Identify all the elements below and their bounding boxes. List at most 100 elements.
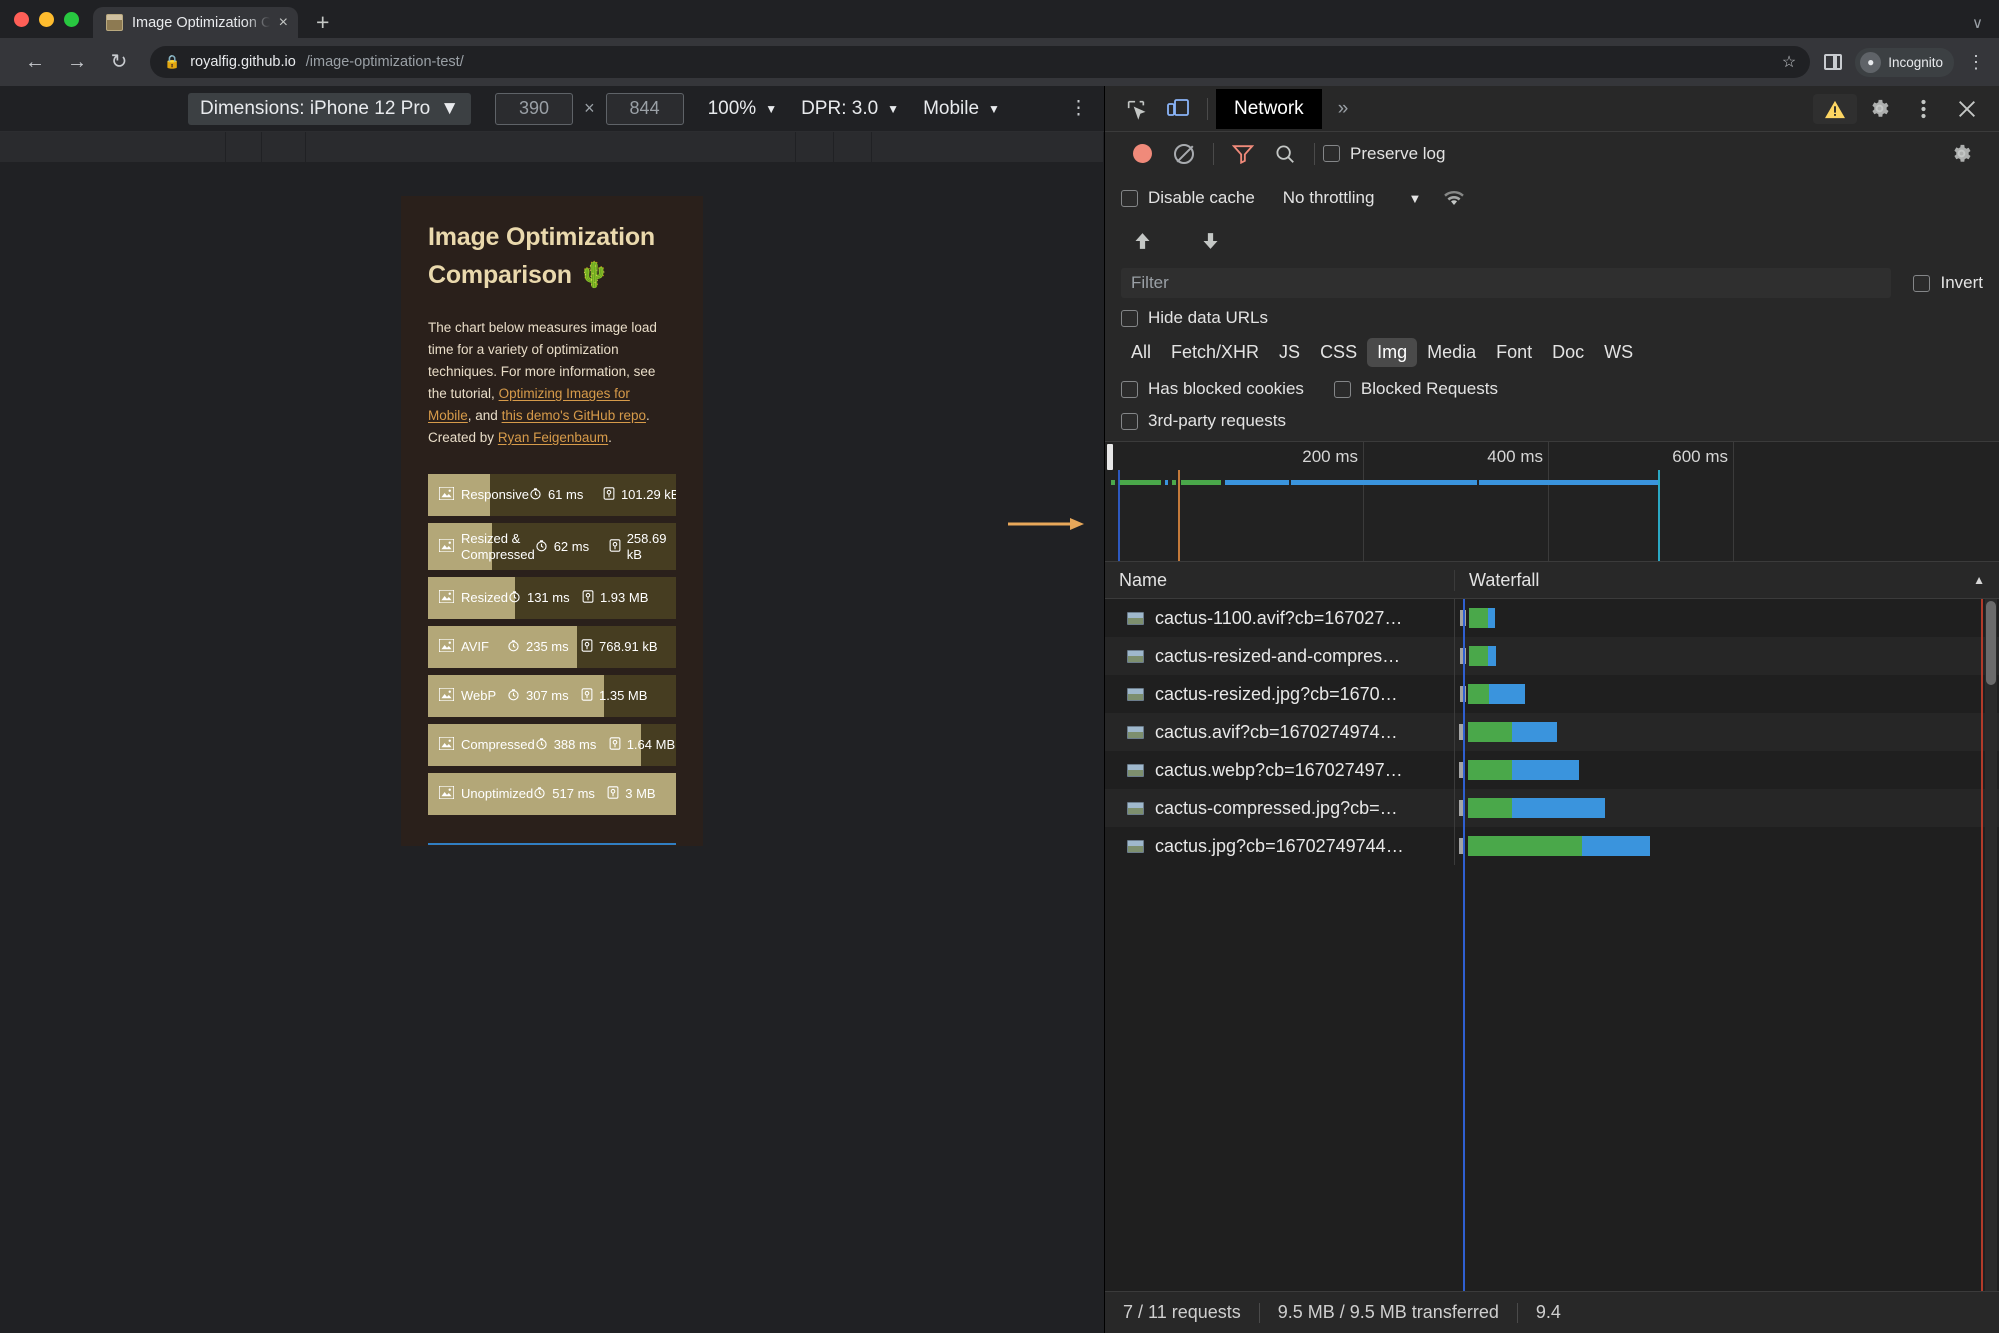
type-filter-doc[interactable]: Doc: [1542, 338, 1594, 367]
author-link[interactable]: Ryan Feigenbaum: [498, 430, 608, 445]
chevron-down-icon: ▼: [440, 97, 460, 119]
user-agent-select[interactable]: Mobile ▼: [923, 98, 1000, 120]
has-blocked-cookies-checkbox[interactable]: [1121, 380, 1138, 398]
split-view-icon[interactable]: [1824, 54, 1843, 70]
kebab-menu-icon[interactable]: ⋮: [1967, 53, 1985, 71]
new-tab-button[interactable]: +: [316, 11, 329, 34]
record-button-icon[interactable]: [1121, 138, 1163, 170]
has-blocked-cookies-toggle[interactable]: Has blocked cookies: [1121, 379, 1304, 399]
more-tabs-icon[interactable]: »: [1322, 98, 1365, 120]
sort-ascending-icon[interactable]: ▲: [1973, 573, 1985, 587]
type-filter-fetch-xhr[interactable]: Fetch/XHR: [1161, 338, 1269, 367]
type-filter-all[interactable]: All: [1121, 338, 1161, 367]
type-filter-ws[interactable]: WS: [1594, 338, 1643, 367]
chevron-down-icon[interactable]: ▼: [1408, 191, 1421, 206]
zoom-select[interactable]: 100% ▼: [708, 98, 778, 120]
requests-list[interactable]: cactus-1100.avif?cb=167027… cactus-resize…: [1105, 599, 1999, 1291]
tab-network[interactable]: Network: [1216, 88, 1322, 129]
blocked-requests-label: Blocked Requests: [1360, 379, 1498, 398]
invert-toggle[interactable]: Invert: [1913, 273, 1983, 293]
window-close-button[interactable]: [14, 11, 29, 27]
device-dimensions-label: Dimensions: iPhone 12 Pro: [200, 97, 431, 119]
request-row[interactable]: cactus-1100.avif?cb=167027…: [1105, 599, 1999, 637]
filter-input[interactable]: Filter: [1121, 268, 1892, 298]
column-header-name[interactable]: Name: [1105, 569, 1455, 591]
third-party-checkbox[interactable]: [1121, 412, 1138, 430]
search-icon[interactable]: [1264, 138, 1306, 170]
request-row[interactable]: cactus-resized.jpg?cb=1670…: [1105, 675, 1999, 713]
device-toggle-icon[interactable]: [1157, 93, 1199, 125]
forward-button[interactable]: →: [56, 52, 98, 72]
github-repo-link[interactable]: this demo's GitHub repo: [502, 408, 646, 423]
waterfall-wait-bar: [1467, 798, 1513, 818]
throttling-select[interactable]: No throttling: [1283, 188, 1375, 208]
chart-bar-size-value: 101.29 kB: [620, 487, 676, 503]
request-row[interactable]: cactus-resized-and-compres…: [1105, 637, 1999, 675]
request-row[interactable]: cactus-compressed.jpg?cb=…: [1105, 789, 1999, 827]
chart-bar-size-value: 768.91 kB: [599, 639, 658, 655]
request-name-cell[interactable]: cactus.webp?cb=167027497…: [1105, 751, 1455, 789]
requests-scrollbar[interactable]: [1985, 599, 1997, 1291]
request-name-cell[interactable]: cactus-compressed.jpg?cb=…: [1105, 789, 1455, 827]
network-overview[interactable]: 200 ms 400 ms 600 ms: [1105, 441, 1999, 562]
scrollbar-thumb[interactable]: [1986, 601, 1996, 685]
request-name-cell[interactable]: cactus-1100.avif?cb=167027…: [1105, 599, 1455, 637]
address-bar[interactable]: 🔒 royalfig.github.io /image-optimization…: [150, 46, 1811, 78]
device-height-input[interactable]: 844: [605, 92, 684, 125]
back-button[interactable]: ←: [14, 52, 56, 72]
type-filter-font[interactable]: Font: [1486, 338, 1542, 367]
device-width-input[interactable]: 390: [495, 92, 574, 125]
device-dimensions-select[interactable]: Dimensions: iPhone 12 Pro ▼: [188, 92, 472, 125]
gear-icon[interactable]: [1857, 93, 1901, 125]
incognito-indicator[interactable]: ● Incognito: [1855, 47, 1954, 77]
request-name-cell[interactable]: cactus.jpg?cb=16702749744…: [1105, 827, 1455, 865]
type-filter-media[interactable]: Media: [1417, 338, 1486, 367]
request-name-cell[interactable]: cactus.avif?cb=1670274974…: [1105, 713, 1455, 751]
browser-tab[interactable]: Image Optimization Compariso ×: [93, 7, 298, 38]
dimension-separator: ×: [584, 98, 595, 118]
chart-bar-size-value: 3 MB: [625, 786, 656, 802]
invert-checkbox[interactable]: [1913, 274, 1931, 292]
blocked-requests-checkbox[interactable]: [1333, 380, 1351, 398]
network-conditions-icon[interactable]: [1433, 182, 1475, 214]
window-minimize-button[interactable]: [39, 11, 54, 27]
clear-icon[interactable]: [1163, 138, 1205, 170]
chevron-down-icon[interactable]: ∨: [1972, 14, 1983, 32]
type-filter-js[interactable]: JS: [1269, 338, 1310, 367]
blocked-requests-toggle[interactable]: Blocked Requests: [1333, 379, 1498, 399]
close-icon[interactable]: [1945, 93, 1989, 125]
preserve-log-checkbox[interactable]: [1323, 145, 1340, 162]
warning-icon[interactable]: [1813, 93, 1857, 124]
request-name-cell[interactable]: cactus-resized-and-compres…: [1105, 637, 1455, 675]
request-thumbnail-icon: [1127, 839, 1144, 853]
type-filter-img[interactable]: Img: [1367, 338, 1418, 367]
inspect-element-icon[interactable]: [1115, 93, 1157, 125]
request-row[interactable]: cactus.jpg?cb=16702749744…: [1105, 827, 1999, 865]
waterfall-download-bar: [1512, 798, 1605, 818]
bookmark-star-icon[interactable]: ☆: [1782, 52, 1796, 72]
kebab-menu-icon[interactable]: [1901, 93, 1945, 125]
device-toolbar-menu-icon[interactable]: ⋮: [1069, 98, 1088, 118]
network-settings-icon[interactable]: [1939, 138, 1983, 170]
disable-cache-checkbox[interactable]: [1121, 189, 1138, 207]
stopwatch-icon: [507, 639, 520, 655]
hide-data-urls-checkbox[interactable]: [1121, 309, 1138, 327]
request-row[interactable]: cactus.webp?cb=167027497…: [1105, 751, 1999, 789]
chart-bar-label: AVIF: [461, 639, 489, 655]
filter-funnel-icon[interactable]: [1222, 138, 1264, 170]
overview-left-handle[interactable]: [1107, 444, 1113, 470]
invert-label: Invert: [1940, 273, 1983, 292]
chart-bar-time: 62 ms: [535, 539, 609, 555]
column-header-waterfall[interactable]: Waterfall ▲: [1455, 570, 1999, 591]
dpr-select[interactable]: DPR: 3.0 ▼: [801, 98, 899, 120]
export-har-icon[interactable]: [1189, 225, 1231, 257]
type-filter-css[interactable]: CSS: [1310, 338, 1367, 367]
image-icon: [438, 589, 461, 606]
import-har-icon[interactable]: [1121, 225, 1163, 257]
request-row[interactable]: cactus.avif?cb=1670274974…: [1105, 713, 1999, 751]
close-icon[interactable]: ×: [279, 14, 288, 31]
window-maximize-button[interactable]: [64, 11, 79, 27]
reload-button[interactable]: ↻: [98, 52, 140, 72]
chart-bar-label: Responsive: [461, 487, 529, 503]
request-name-cell[interactable]: cactus-resized.jpg?cb=1670…: [1105, 675, 1455, 713]
